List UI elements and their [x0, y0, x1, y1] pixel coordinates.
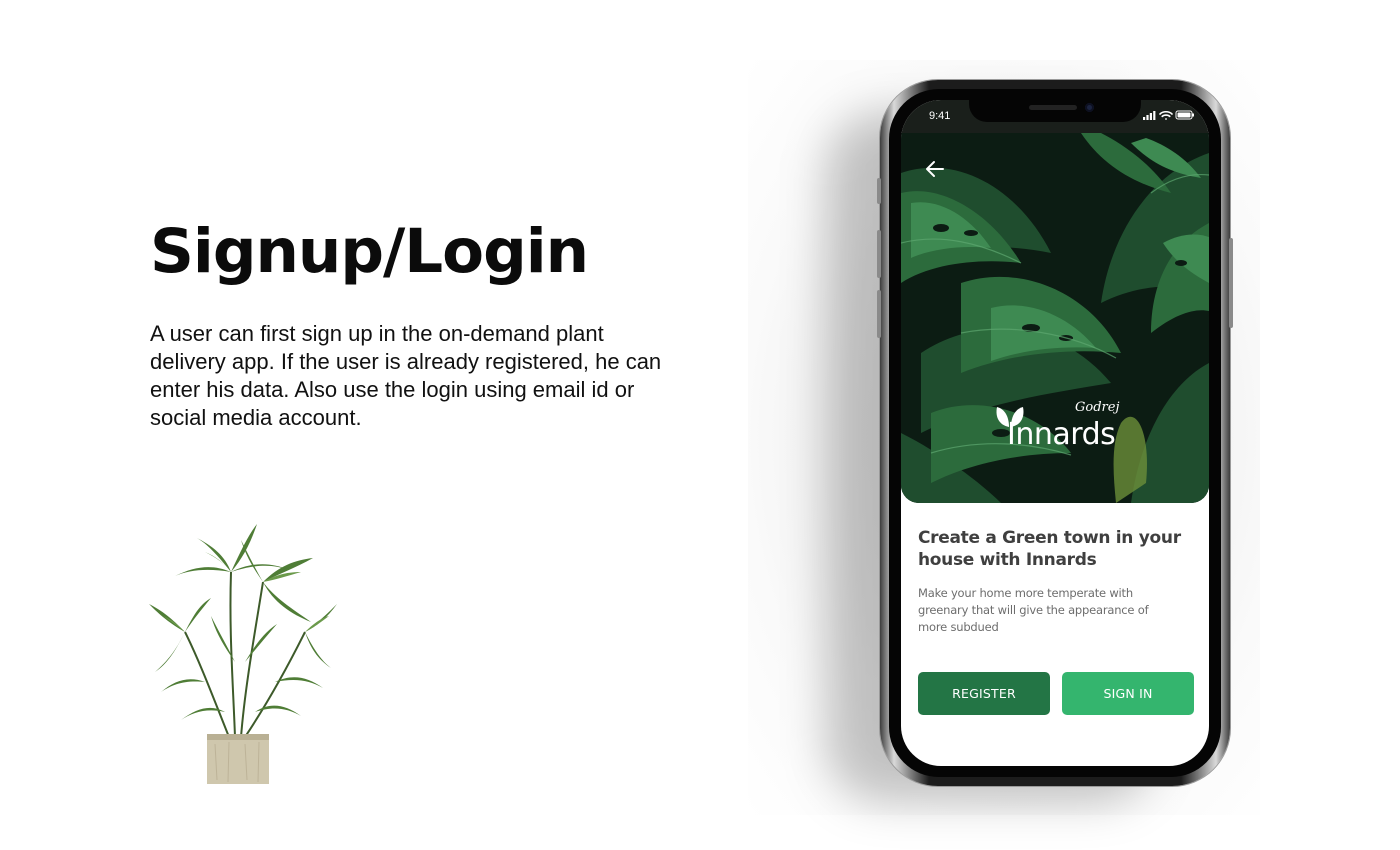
- volume-down-button: [877, 290, 881, 338]
- power-button: [1229, 238, 1233, 328]
- app-screen: 9:41 Godrej Innards Create a Green town …: [901, 100, 1209, 766]
- status-time: 9:41: [929, 110, 951, 122]
- wifi-icon: [1159, 110, 1173, 120]
- volume-up-button: [877, 230, 881, 278]
- brand-name: Innards: [1007, 417, 1116, 452]
- phone-mockup: 9:41 Godrej Innards Create a Green town …: [877, 80, 1233, 786]
- cellular-signal-icon: [1143, 111, 1156, 120]
- page-heading: Signup/Login: [150, 216, 589, 287]
- mute-switch: [877, 178, 881, 204]
- battery-icon: [1175, 110, 1194, 120]
- parent-brand-mark: Godrej: [1075, 400, 1120, 415]
- page-description: A user can first sign up in the on-deman…: [150, 321, 662, 430]
- onboarding-title: Create a Green town in your house with I…: [918, 528, 1181, 570]
- innards-logo: Godrej Innards: [991, 395, 1121, 465]
- register-button[interactable]: REGISTER: [918, 672, 1050, 715]
- front-camera: [1085, 103, 1094, 112]
- hero-image: Godrej Innards: [901, 133, 1209, 503]
- arrow-left-icon[interactable]: [921, 155, 949, 183]
- speaker-grille: [1029, 105, 1077, 110]
- potted-plant-illustration: [149, 524, 337, 784]
- onboarding-subtitle: Make your home more temperate with green…: [918, 586, 1149, 634]
- notch: [969, 100, 1141, 122]
- sign-in-button[interactable]: SIGN IN: [1062, 672, 1194, 715]
- status-icons: [1143, 110, 1194, 120]
